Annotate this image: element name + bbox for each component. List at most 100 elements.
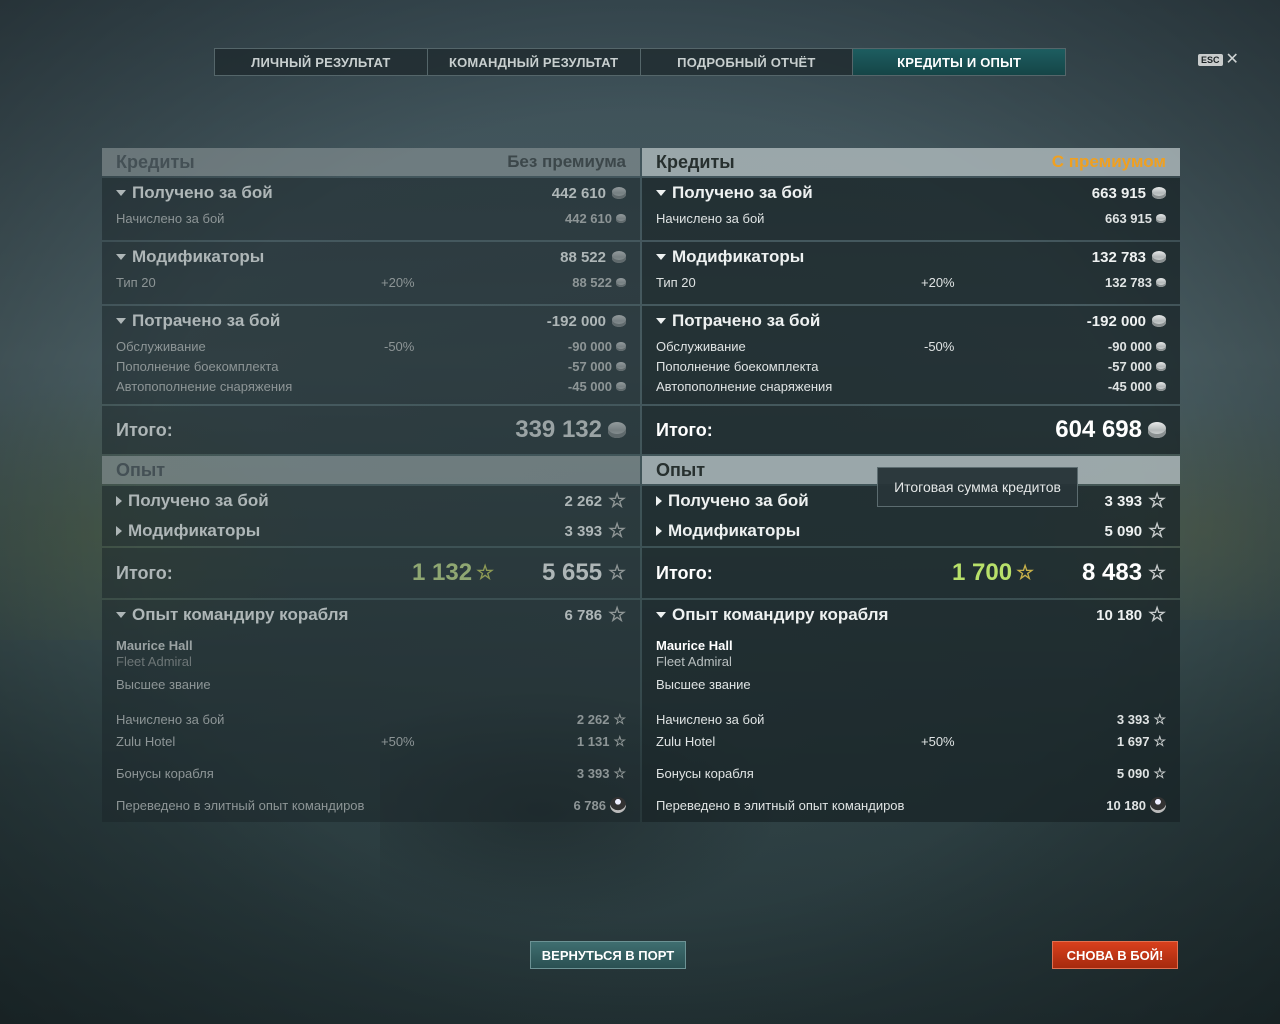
line-label: Переведено в элитный опыт командиров [656,797,905,813]
group-label: Потрачено за бой [132,311,281,330]
tab-personal-result[interactable]: ЛИЧНЫЙ РЕЗУЛЬТАТ [215,49,428,75]
line-item: Переведено в элитный опыт командиров 6 7… [102,794,640,816]
elite-commander-icon [610,797,626,813]
line-item: Автопополнение снаряжения -45 000 [102,376,640,396]
coin-icon [608,422,626,438]
total-xp-value: 8 483 [1082,559,1143,586]
chevron-right-icon [116,496,122,506]
coin-icon [612,315,626,327]
line-label: Тип 20 [656,274,696,290]
line-item: Начислено за бой 442 610 [102,208,640,228]
xp-block: Получено за бой 2 262 ☆ Модификаторы 3 39… [102,486,640,546]
credits-modifiers-block: Модификаторы 88 522 Тип 20 +20% 88 522 [102,242,640,304]
coin-icon [1148,422,1166,438]
battle-again-button[interactable]: СНОВА В БОЙ! [1052,941,1178,969]
xp-total-block: Итого: 1 132 ☆ 5 655 ☆ [102,548,640,598]
star-icon: ☆ [608,562,626,584]
line-label: Zulu Hotel [656,733,716,749]
total-credits-value: 339 132 [515,416,602,443]
xp-modifiers-group[interactable]: Модификаторы 5 090 ☆ [642,516,1180,546]
credits-total: Итого: 339 132 [102,406,640,454]
line-value: 3 393 [576,765,610,781]
group-value: 5 090 [1104,522,1143,540]
coin-icon [1156,341,1166,351]
group-value: 442 610 [551,184,606,202]
chevron-down-icon [656,254,666,260]
group-value: 3 393 [564,522,603,540]
total-credits-value: 604 698 [1055,416,1142,443]
return-to-port-button[interactable]: ВЕРНУТЬСЯ В ПОРТ [530,941,686,969]
credits-earned-group[interactable]: Получено за бой 663 915 [642,178,1180,208]
coin-icon [1156,213,1166,223]
chevron-down-icon [116,318,126,324]
line-item: Бонусы корабля 5 090 ☆ [642,762,1180,784]
xp-title: Опыт [116,459,166,480]
chevron-right-icon [116,526,122,536]
chevron-down-icon [116,254,126,260]
commander-xp-group[interactable]: Опыт командиру корабля 10 180 ☆ [642,600,1180,630]
group-value: 3 393 [1104,492,1143,510]
line-value: 442 610 [565,210,612,226]
premium-xp-value: 1 700 [952,559,1013,586]
coin-icon [616,381,626,391]
total-xp-value: 5 655 [542,559,603,586]
credits-spent-group[interactable]: Потрачено за бой -192 000 [642,306,1180,336]
line-item: Начислено за бой 3 393 ☆ [642,708,1180,730]
line-label: Бонусы корабля [116,765,214,781]
group-label: Модификаторы [128,521,261,540]
chevron-right-icon [656,496,662,506]
line-value: -57 000 [567,358,612,374]
commander-rank: Fleet Admiral [116,654,192,669]
xp-earned-group[interactable]: Получено за бой 2 262 ☆ [102,486,640,516]
coin-icon [616,213,626,223]
line-label: Автопополнение снаряжения [656,378,833,394]
coin-icon [1156,381,1166,391]
star-icon: ☆ [613,765,626,781]
star-icon: ☆ [1153,711,1166,727]
chevron-down-icon [656,612,666,618]
group-label: Получено за бой [128,491,269,510]
results-tabs: ЛИЧНЫЙ РЕЗУЛЬТАТ КОМАНДНЫЙ РЕЗУЛЬТАТ ПОД… [214,48,1066,76]
tab-detailed-report[interactable]: ПОДРОБНЫЙ ОТЧЁТ [641,49,854,75]
line-item: Переведено в элитный опыт командиров 10 … [642,794,1180,816]
close-icon: ✕ [1225,51,1239,68]
group-value: 10 180 [1096,606,1143,624]
chevron-down-icon [116,190,126,196]
group-value: 663 915 [1091,184,1146,202]
line-value: 663 915 [1105,210,1152,226]
credits-modifiers-block: Модификаторы 132 783 Тип 20 +20% 132 783 [642,242,1180,304]
group-value: 2 262 [564,492,603,510]
line-value: -90 000 [567,338,612,354]
xp-modifiers-group[interactable]: Модификаторы 3 393 ☆ [102,516,640,546]
line-item: Обслуживание -50% -90 000 [642,336,1180,356]
credits-earned-block: Получено за бой 442 610 Начислено за бой… [102,178,640,240]
close-button[interactable]: ESC ✕ [1198,51,1239,68]
credits-earned-group[interactable]: Получено за бой 442 610 [102,178,640,208]
commander-name: Maurice Hall [116,638,193,653]
commander-xp-group[interactable]: Опыт командиру корабля 6 786 ☆ [102,600,640,630]
tooltip: Итоговая сумма кредитов [877,467,1078,507]
credits-modifiers-group[interactable]: Модификаторы 88 522 [102,242,640,272]
star-icon: ☆ [613,733,626,749]
line-item: Автопополнение снаряжения -45 000 [642,376,1180,396]
coin-icon [1152,187,1166,199]
line-percent: +20% [921,274,955,290]
line-label: Пополнение боекомплекта [116,358,279,374]
tab-team-result[interactable]: КОМАНДНЫЙ РЕЗУЛЬТАТ [428,49,641,75]
xp-total: Итого: 1 132 ☆ 5 655 ☆ [102,548,640,598]
line-value: -45 000 [567,378,612,394]
line-item: Бонусы корабля 3 393 ☆ [102,762,640,784]
coin-icon [1152,251,1166,263]
credits-spent-block: Потрачено за бой -192 000 Обслуживание -… [642,306,1180,404]
star-icon: ☆ [1148,604,1166,626]
tab-credits-and-xp[interactable]: КРЕДИТЫ И ОПЫТ [853,49,1065,75]
chevron-down-icon [116,612,126,618]
line-item: Начислено за бой 2 262 ☆ [102,708,640,730]
credits-total[interactable]: Итого: 604 698 [642,406,1180,454]
credits-spent-group[interactable]: Потрачено за бой -192 000 [102,306,640,336]
line-item: Zulu Hotel +50% 1 697 ☆ [642,730,1180,752]
group-value: -192 000 [546,312,606,330]
group-value: -192 000 [1086,312,1146,330]
coin-icon [616,277,626,287]
credits-modifiers-group[interactable]: Модификаторы 132 783 [642,242,1180,272]
